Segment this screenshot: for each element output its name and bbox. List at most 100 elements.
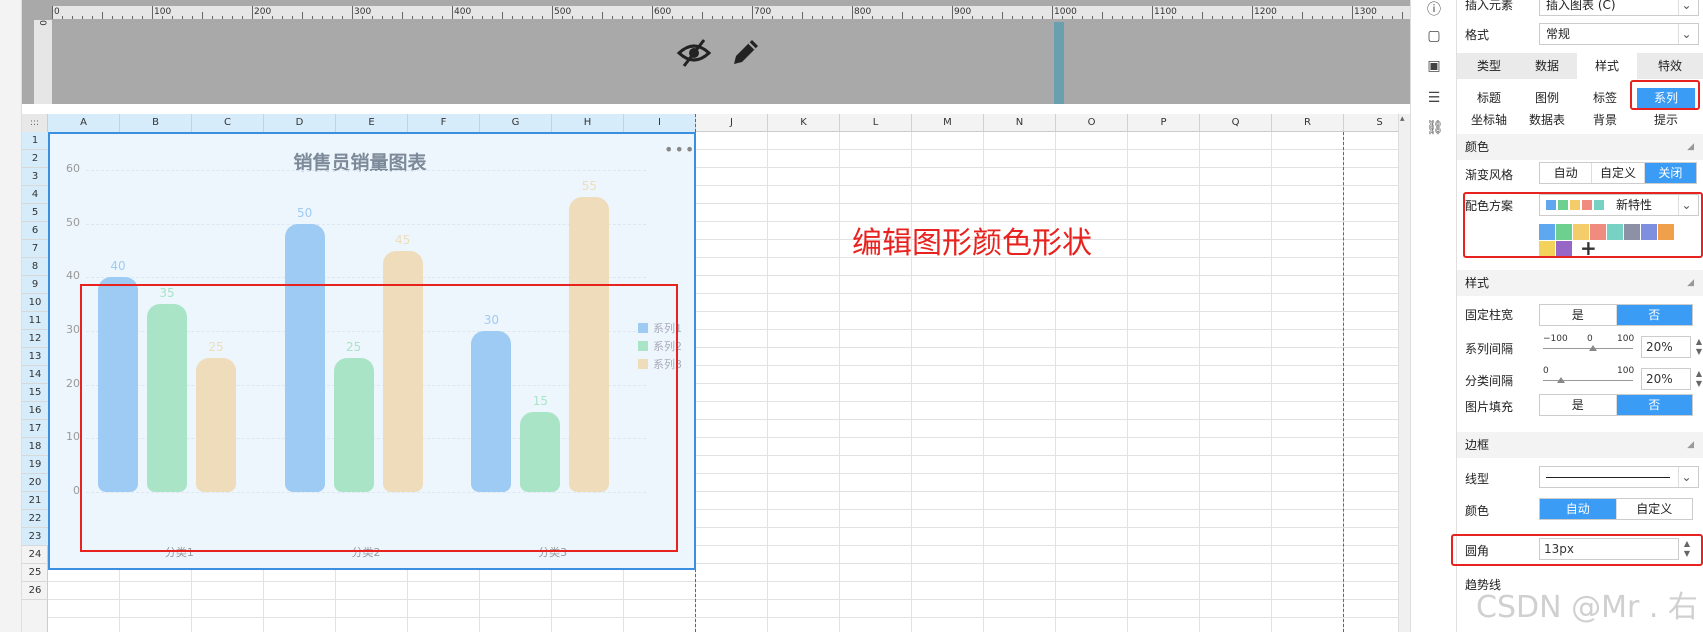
scroll-up-icon[interactable]: ▴ [1400,114,1405,124]
column-header-D[interactable]: D [264,114,336,132]
row-header-21[interactable]: 21 [22,492,48,510]
tab-effects[interactable]: 特效 [1641,53,1699,79]
row-header-2[interactable]: 2 [22,150,48,168]
fixed-width-no[interactable]: 否 [1616,305,1692,325]
column-header-F[interactable]: F [408,114,480,132]
row-header-16[interactable]: 16 [22,402,48,420]
row-header-22[interactable]: 22 [22,510,48,528]
dropdown-box-icon[interactable]: ▣ [1426,58,1442,74]
edit-pencil-icon[interactable] [728,34,762,70]
gradient-custom-option[interactable]: 自定义 [1592,163,1645,183]
section-color[interactable]: 颜色 ◢ [1457,134,1703,160]
category-gap-input[interactable]: 20% ▲ ▼ [1641,368,1702,390]
vertical-scrollbar[interactable]: ▴ [1398,114,1410,632]
row-header-7[interactable]: 7 [22,240,48,258]
link-icon[interactable]: ⛓ [1426,120,1444,136]
column-header-G[interactable]: G [480,114,552,132]
row-header-6[interactable]: 6 [22,222,48,240]
section-style[interactable]: 样式 ◢ [1457,270,1703,296]
tab-style[interactable]: 样式 [1577,53,1637,79]
increment-icon[interactable]: ▲ [1692,369,1703,379]
row-header-1[interactable]: 1 [22,132,48,150]
subtab-tooltip[interactable]: 提示 [1637,110,1695,130]
subtab-background[interactable]: 背景 [1577,110,1633,130]
border-color-custom[interactable]: 自定义 [1617,499,1693,519]
row-header-17[interactable]: 17 [22,420,48,438]
column-header-O[interactable]: O [1056,114,1128,132]
column-header-N[interactable]: N [984,114,1056,132]
column-header-P[interactable]: P [1128,114,1200,132]
line-type-select[interactable]: ⌄ [1539,466,1699,488]
row-header-12[interactable]: 12 [22,330,48,348]
image-fill-toggle[interactable]: 是 否 [1539,394,1693,416]
subtab-axis[interactable]: 坐标轴 [1461,110,1517,130]
column-header-L[interactable]: L [840,114,912,132]
row-header-5[interactable]: 5 [22,204,48,222]
increment-icon[interactable]: ▲ [1692,337,1703,347]
slider-thumb[interactable] [1557,377,1565,383]
row-header-13[interactable]: 13 [22,348,48,366]
gradient-off-option[interactable]: 关闭 [1644,163,1696,183]
row-header-9[interactable]: 9 [22,276,48,294]
column-header-H[interactable]: H [552,114,624,132]
row-header-18[interactable]: 18 [22,438,48,456]
left-edge-strip [0,0,22,632]
column-header-B[interactable]: B [120,114,192,132]
select-all-corner[interactable]: ::: [22,114,48,132]
info-icon[interactable]: ⓘ [1426,2,1442,18]
image-fill-no[interactable]: 否 [1616,395,1692,415]
column-header-J[interactable]: J [696,114,768,132]
page-boundary-marker[interactable] [1054,22,1064,104]
column-header-A[interactable]: A [48,114,120,132]
page-break-line [1343,132,1344,632]
ruler-minor-tick [522,16,523,19]
slider-thumb[interactable] [1588,345,1597,351]
subtab-legend[interactable]: 图例 [1519,88,1575,108]
column-header-C[interactable]: C [192,114,264,132]
hide-eye-icon[interactable] [676,36,712,70]
column-header-K[interactable]: K [768,114,840,132]
row-header-19[interactable]: 19 [22,456,48,474]
stack-icon[interactable]: ☰ [1426,90,1442,106]
subtab-title[interactable]: 标题 [1461,88,1517,108]
fixed-width-toggle[interactable]: 是 否 [1539,304,1693,326]
decrement-icon[interactable]: ▼ [1692,347,1703,357]
series-gap-input[interactable]: 20% ▲ ▼ [1641,336,1702,358]
decrement-icon[interactable]: ▼ [1692,379,1703,389]
subtab-data-table[interactable]: 数据表 [1519,110,1575,130]
row-header-24[interactable]: 24 [22,546,48,564]
gradient-style-toggle[interactable]: 自动 自定义 关闭 [1539,162,1697,184]
border-color-toggle[interactable]: 自动 自定义 [1539,498,1693,520]
insert-element-select[interactable]: 插入图表 (C) ⌄ [1539,0,1699,16]
column-header-Q[interactable]: Q [1200,114,1272,132]
image-fill-yes[interactable]: 是 [1540,395,1617,415]
tab-data[interactable]: 数据 [1519,53,1575,79]
column-header-R[interactable]: R [1272,114,1344,132]
subtab-label[interactable]: 标签 [1577,88,1633,108]
row-header-26[interactable]: 26 [22,582,48,600]
section-border[interactable]: 边框 ◢ [1457,432,1703,458]
ruler-minor-tick [912,16,913,19]
crop-icon[interactable]: ▢ [1426,28,1442,44]
column-header-I[interactable]: I [624,114,696,132]
row-header-4[interactable]: 4 [22,186,48,204]
tab-type[interactable]: 类型 [1461,53,1517,79]
row-header-10[interactable]: 10 [22,294,48,312]
row-header-23[interactable]: 23 [22,528,48,546]
row-header-11[interactable]: 11 [22,312,48,330]
gradient-auto-option[interactable]: 自动 [1540,163,1593,183]
format-select[interactable]: 常规 ⌄ [1539,23,1699,45]
series-gap-slider[interactable]: −100 0 100 [1543,334,1634,356]
row-header-8[interactable]: 8 [22,258,48,276]
border-color-auto[interactable]: 自动 [1540,499,1617,519]
column-header-E[interactable]: E [336,114,408,132]
row-header-14[interactable]: 14 [22,366,48,384]
row-header-25[interactable]: 25 [22,564,48,582]
fixed-width-yes[interactable]: 是 [1540,305,1617,325]
row-header-3[interactable]: 3 [22,168,48,186]
ruler-minor-tick [692,16,693,19]
category-gap-slider[interactable]: 0 100 [1543,366,1634,388]
row-header-15[interactable]: 15 [22,384,48,402]
row-header-20[interactable]: 20 [22,474,48,492]
column-header-M[interactable]: M [912,114,984,132]
